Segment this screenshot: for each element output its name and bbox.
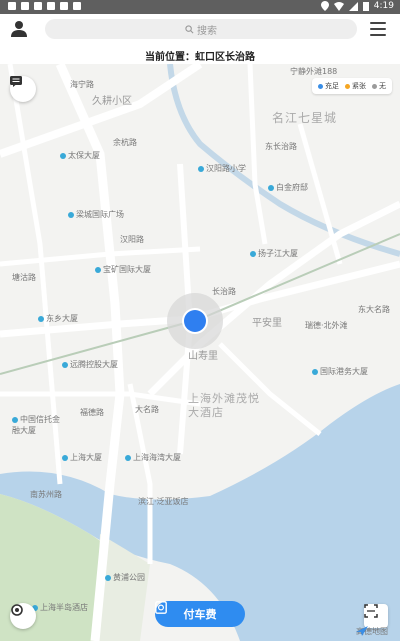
map-label: 塘沽路 [12,273,36,282]
pay-fee-label: 付车费 [183,608,217,621]
map-label: 太保大厦 [60,150,100,161]
notification-icon [73,2,81,10]
map-label: 大名路 [135,405,159,414]
locate-button[interactable] [10,603,36,629]
map-label: 余杭路 [113,138,137,147]
map-label: 白金府邸 [268,182,308,193]
status-dot [318,83,323,89]
map-label: 东长治路 [265,142,297,151]
map-label: 上海大厦 [62,452,102,463]
location-label: 当前位置： [145,52,195,63]
user-button[interactable] [10,20,32,40]
map-label: 宝矿国际大厦 [95,264,151,275]
map-label: 中国信托金融大厦 [12,415,60,435]
map-label: 滨江·泛亚饭店 [138,497,189,506]
user-icon [11,21,27,37]
map-label: 宁静外滩188 [290,67,338,76]
status-dot [372,83,377,89]
battery-icon [362,2,369,11]
app-header: 搜索 当前位置：虹口区长治路 [0,14,400,64]
map-label: 山寿里 [188,351,218,362]
receipt-icon [155,601,167,614]
map-label: 南苏州路 [30,490,62,499]
location-value: 虹口区长治路 [195,52,255,63]
map-label: 上海外滩茂悦大酒店 [188,392,260,419]
message-icon [10,76,22,87]
wifi-icon [333,1,344,11]
map-label: 远腾控股大厦 [62,359,118,370]
map-label: 汉阳路 [120,235,144,244]
gaode-logo-icon [356,626,368,636]
map-view[interactable]: 久耕小区 海宁路 名江七星城 太保大厦 余杭路 东长治路 汉阳路小学 白金府邸 … [0,64,400,641]
map-label: 长治路 [212,287,236,296]
notification-icon [34,2,42,10]
map-label: 黄浦公园 [105,572,145,583]
clock: 4:19 [373,1,394,11]
menu-icon [370,22,386,24]
map-label: 海宁路 [70,80,94,89]
parking-legend: 充足 紧张 无 [312,78,392,94]
message-button[interactable] [10,76,36,102]
map-label: 东乡大厦 [38,313,78,324]
map-label: 国际港务大厦 [312,366,368,377]
map-label: 名江七星城 [272,111,338,125]
map-label: 瑞德·北外滩 [305,321,348,330]
locate-icon [11,604,23,616]
legend-item: 充足 [318,81,339,91]
search-bar[interactable]: 搜索 [45,19,357,39]
signal-icon [348,1,358,11]
notification-icon [60,2,68,10]
map-label: 梁城国际广场 [68,209,124,220]
map-label: 福德路 [80,408,104,417]
notification-icon [8,2,16,10]
legend-item: 无 [372,81,386,91]
location-icon [320,1,329,11]
status-dot [345,83,350,89]
notification-icon [47,2,55,10]
current-location: 当前位置：虹口区长治路 [0,48,400,63]
notification-icon [21,2,29,10]
legend-item: 紧张 [345,81,366,91]
map-label: 上海海湾大厦 [125,452,181,463]
map-label: 久耕小区 [92,96,132,107]
map-label: 汉阳路小学 [198,163,246,174]
search-icon [185,24,194,33]
scan-icon [364,604,378,618]
search-placeholder: 搜索 [197,25,217,37]
map-label: 扬子江大厦 [250,248,298,259]
scan-button[interactable] [364,604,388,628]
menu-button[interactable] [370,22,386,36]
pay-fee-button[interactable]: 付车费 [155,601,245,627]
map-brand: 高德地图 [356,626,388,636]
map-label: 平安里 [252,318,282,329]
notification-icons [8,2,81,10]
status-bar: 4:19 [0,0,400,14]
map-label: 东大名路 [358,305,390,314]
map-label: 上海半岛酒店 [32,602,88,613]
